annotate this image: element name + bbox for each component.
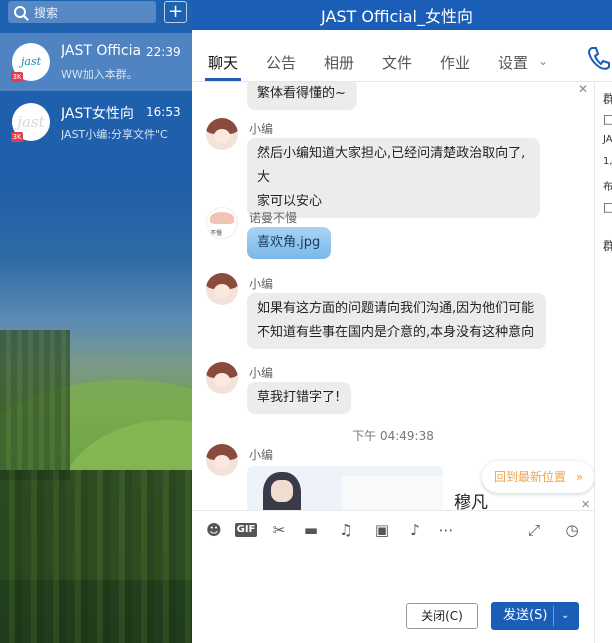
panel-text: □ (603, 200, 612, 214)
jump-to-latest-label: 回到最新位置 (494, 470, 567, 484)
message-bubble: 草我打错字了! (247, 382, 351, 414)
message-line: 然后小编知道大家担心,已经问清楚政治取向了,大 (257, 146, 526, 185)
panel-text: 群 (603, 90, 612, 107)
message-bubble: 然后小编知道大家担心,已经问清楚政治取向了,大 家可以安心 (247, 138, 540, 218)
tab-settings[interactable]: 设置 (498, 52, 528, 73)
message-bubble: 繁体看得懂的~ (247, 82, 357, 110)
conversation-preview: JAST小编:分享文件"C (61, 128, 168, 141)
window-title: JAST Official_女性向 (321, 7, 473, 26)
avatar[interactable] (206, 118, 238, 150)
scissors-icon[interactable]: ✂ (269, 520, 289, 540)
panel-text: 1, (603, 156, 612, 167)
avatar[interactable] (206, 273, 238, 305)
image-icon[interactable]: ▣ (372, 520, 392, 540)
window-title-bar: JAST Official_女性向 (192, 0, 612, 30)
expand-icon[interactable]: ⤢ (524, 520, 544, 540)
folder-icon[interactable]: ▬ (301, 520, 321, 540)
panel-text: JA (603, 134, 612, 145)
emoji-icon[interactable]: ☻ (204, 520, 224, 540)
tab-album[interactable]: 相册 (324, 52, 354, 73)
tab-files[interactable]: 文件 (382, 52, 412, 73)
message-input[interactable] (192, 548, 594, 598)
tab-bar: 聊天 公告 相册 文件 作业 设置 ⌄ (192, 30, 612, 82)
conversation-preview: WW加入本群。 (61, 68, 138, 81)
conversation-name: JAST女性向 (61, 106, 134, 122)
close-button[interactable]: 关闭(C) (406, 603, 478, 629)
sender-name: 小编 (249, 448, 274, 462)
background-forest (0, 470, 192, 643)
avatar[interactable] (206, 444, 238, 476)
panel-text: 布 (603, 182, 612, 193)
sender-name: 诺曼不慢 (249, 211, 298, 225)
member-badge: 3K (11, 132, 23, 142)
time-divider: 下午 04:49:38 (352, 429, 434, 443)
gif-icon[interactable]: GIF (235, 523, 257, 537)
message-bubble: 喜欢角.jpg (247, 227, 331, 259)
sender-name: 小编 (249, 277, 274, 291)
panel-text: 群 (603, 237, 612, 254)
message-line: 家可以安心 (257, 194, 323, 209)
tab-announcement[interactable]: 公告 (266, 52, 296, 73)
avatar[interactable] (206, 362, 238, 394)
active-tab-indicator (205, 78, 241, 81)
close-icon[interactable]: ✕ (578, 82, 588, 96)
history-icon[interactable]: ◷ (562, 520, 582, 540)
conversation-time: 22:39 (146, 45, 181, 59)
search-placeholder: 搜索 (34, 5, 59, 20)
group-info-panel: 群 □ JA 1, 布 □ 群 (594, 82, 612, 643)
phone-call-icon[interactable] (586, 44, 612, 72)
image-message[interactable] (247, 466, 443, 510)
chevron-down-icon[interactable]: ⌄ (561, 602, 569, 630)
conversation-time: 16:53 (146, 105, 181, 119)
search-input[interactable]: 搜索 (8, 1, 156, 23)
background-forest (0, 330, 70, 480)
voice-icon[interactable]: ♫ (336, 520, 356, 540)
divider (553, 606, 554, 626)
add-button[interactable]: + (164, 1, 187, 23)
input-toolbar: ☻ GIF ✂ ▬ ♫ ▣ ♪ ⋯ ⤢ ◷ (192, 510, 594, 548)
conversation-item[interactable]: jast 3K JAST Official 22:39 WW加入本群。 (0, 33, 192, 91)
search-icon (14, 6, 26, 18)
panel-text: □ (603, 112, 612, 126)
send-button[interactable]: 发送(S) ⌄ (491, 602, 579, 630)
message-list[interactable]: ✕ 繁体看得懂的~ 小编 然后小编知道大家担心,已经问清楚政治取向了,大 家可以… (192, 82, 594, 510)
sender-name: 小编 (249, 366, 274, 380)
tab-chat[interactable]: 聊天 (208, 52, 238, 73)
message-line: 如果有这方面的问题请向我们沟通,因为他们可能 (257, 301, 535, 316)
bell-icon[interactable]: ♪ (405, 520, 425, 540)
sender-name: 小编 (249, 122, 274, 136)
double-chevron-down-icon: » (575, 470, 584, 484)
conversation-name: JAST Official (61, 43, 141, 59)
message-line: 不知道有些事在国内是介意的,本身没有这种意向 (257, 325, 535, 340)
avatar[interactable]: 不慢 (206, 207, 238, 239)
tab-homework[interactable]: 作业 (440, 52, 470, 73)
member-badge: 3K (11, 72, 23, 82)
chevron-down-icon[interactable]: ⌄ (538, 54, 548, 68)
send-label: 发送(S) (503, 608, 548, 623)
image-caption: 穆凡 (454, 493, 488, 510)
message-bubble: 如果有这方面的问题请向我们沟通,因为他们可能 不知道有些事在国内是介意的,本身没… (247, 293, 546, 349)
conversation-sidebar: 搜索 + jast 3K JAST Official 22:39 WW加入本群。… (0, 0, 192, 643)
more-icon[interactable]: ⋯ (436, 520, 456, 540)
jump-to-latest-button[interactable]: 回到最新位置 » (482, 461, 594, 493)
conversation-item[interactable]: jast 3K JAST女性向 16:53 JAST小编:分享文件"C (0, 93, 192, 151)
